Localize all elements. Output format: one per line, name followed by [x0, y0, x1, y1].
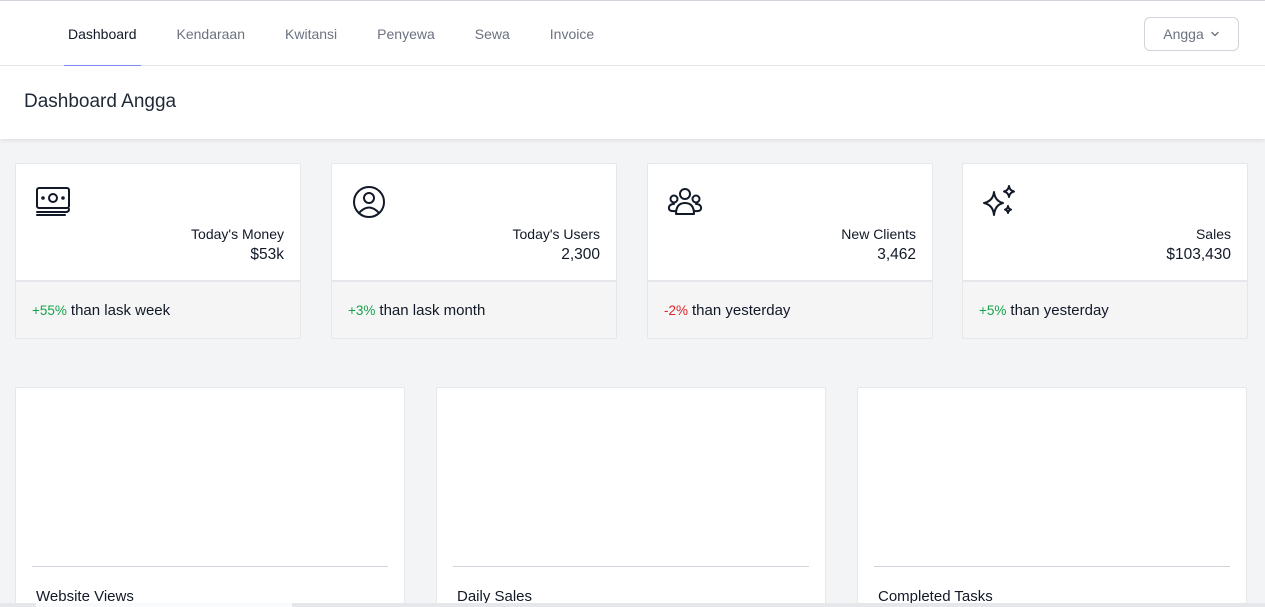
stat-footer: -2% than yesterday	[648, 280, 932, 338]
nav-item-label: Invoice	[549, 25, 595, 42]
stat-footer: +5% than yesterday	[963, 280, 1247, 338]
page-header: Dashboard Angga	[0, 66, 1265, 139]
stat-delta: -2%	[664, 302, 689, 318]
stat-footer: +3% than lask month	[332, 280, 616, 338]
stat-delta: +5%	[979, 302, 1007, 318]
stat-delta: +55%	[32, 302, 67, 318]
sparkles-icon	[981, 184, 1019, 220]
stat-value: 3,462	[877, 246, 916, 263]
stat-label: Today's Money	[191, 226, 284, 242]
nav-item-sewa[interactable]: Sewa	[471, 1, 514, 66]
chart-card-daily-sales: Daily Sales	[436, 387, 826, 607]
chart-card-completed-tasks: Completed Tasks	[857, 387, 1247, 607]
chevron-down-icon	[1210, 26, 1220, 42]
user-circle-icon	[350, 184, 388, 220]
stat-value: 2,300	[561, 246, 600, 263]
nav-item-kwitansi[interactable]: Kwitansi	[281, 1, 341, 66]
chart-area	[453, 402, 809, 567]
nav-item-penyewa[interactable]: Penyewa	[373, 1, 439, 66]
top-navbar: Dashboard Kendaraan Kwitansi Penyewa Sew…	[0, 0, 1265, 67]
user-group-icon	[666, 184, 704, 220]
page: Dashboard Kendaraan Kwitansi Penyewa Sew…	[0, 0, 1265, 607]
user-menu-label: Angga	[1163, 26, 1204, 42]
nav-item-label: Dashboard	[68, 25, 137, 42]
stat-card-clients: New Clients 3,462 -2% than yesterday	[647, 163, 933, 339]
stat-value: $103,430	[1166, 246, 1231, 263]
stat-footer: +55% than lask week	[16, 280, 300, 338]
nav-item-dashboard[interactable]: Dashboard	[64, 1, 141, 67]
user-menu-button[interactable]: Angga	[1144, 17, 1239, 51]
chart-area	[874, 402, 1230, 567]
stat-card-sales: Sales $103,430 +5% than yesterday	[962, 163, 1248, 339]
stat-value: $53k	[250, 246, 284, 263]
nav-item-label: Sewa	[474, 25, 510, 42]
nav-links: Dashboard Kendaraan Kwitansi Penyewa Sew…	[64, 1, 630, 67]
chart-card-website-views: Website Views	[15, 387, 405, 607]
stat-footer-text: than lask month	[379, 301, 486, 319]
nav-item-label: Kwitansi	[285, 25, 338, 42]
stat-label: New Clients	[841, 226, 916, 242]
chart-area	[32, 402, 388, 567]
stat-footer-text: than lask week	[70, 301, 171, 319]
stat-label: Sales	[1195, 226, 1231, 242]
page-title: Dashboard Angga	[24, 91, 177, 112]
stat-card-users: Today's Users 2,300 +3% than lask month	[331, 163, 617, 339]
stat-footer-text: than yesterday	[1010, 301, 1109, 319]
stat-delta: +3%	[348, 302, 376, 318]
nav-item-label: Kendaraan	[176, 25, 246, 42]
stat-label: Today's Users	[512, 226, 600, 242]
nav-item-kendaraan[interactable]: Kendaraan	[173, 1, 250, 66]
stat-footer-text: than yesterday	[692, 301, 791, 319]
stat-card-money: Today's Money $53k +55% than lask week	[15, 163, 301, 339]
nav-item-invoice[interactable]: Invoice	[546, 1, 598, 66]
nav-item-label: Penyewa	[377, 25, 435, 42]
scrollbar-thumb[interactable]	[36, 603, 292, 607]
money-icon	[34, 184, 72, 220]
